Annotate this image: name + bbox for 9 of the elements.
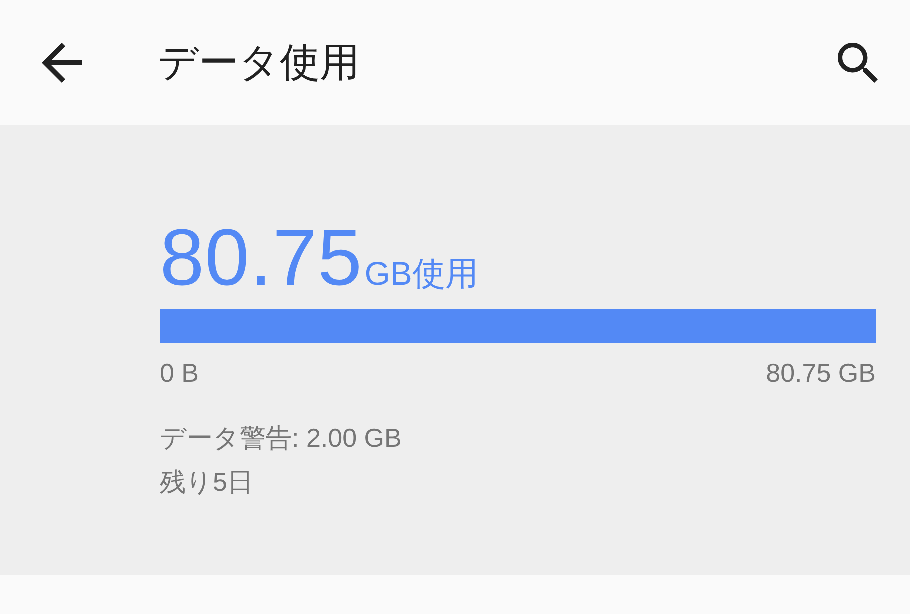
scale-max-label: 80.75 GB: [766, 358, 876, 389]
screen-title: データ使用: [158, 40, 360, 86]
data-warning-text: データ警告: 2.00 GB: [160, 423, 402, 454]
scale-min-label: 0 B: [160, 358, 200, 389]
usage-unit: GB使用: [364, 257, 478, 290]
usage-amount: 80.75: [160, 218, 363, 298]
search-icon[interactable]: [838, 42, 878, 82]
back-arrow-icon[interactable]: [42, 42, 82, 82]
days-remaining-text: 残り5日: [160, 467, 254, 498]
